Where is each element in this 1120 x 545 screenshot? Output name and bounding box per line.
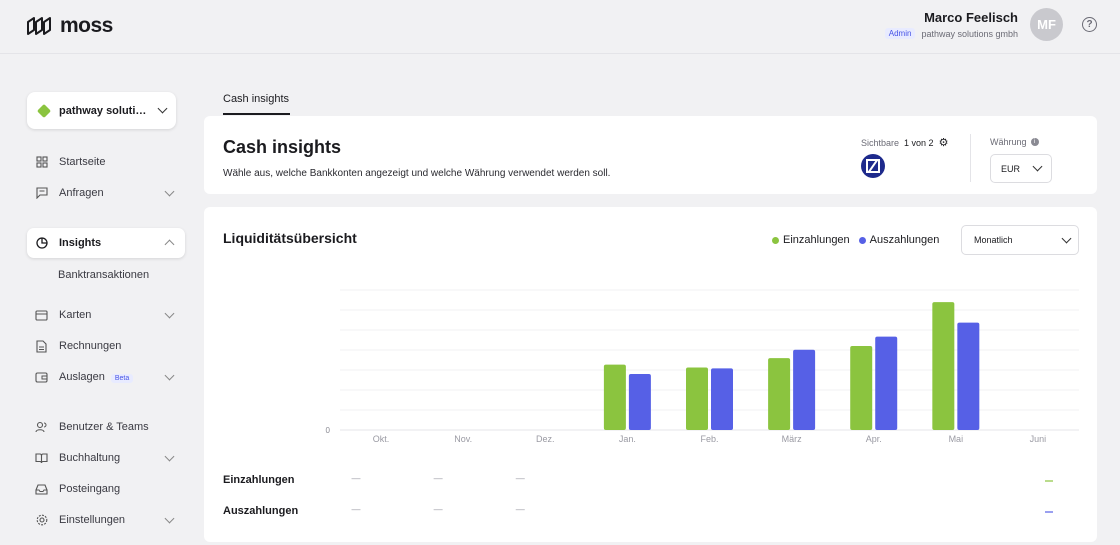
- bar-auszahlungen[interactable]: [628, 374, 651, 430]
- table-cell: —: [516, 473, 525, 483]
- document-icon: [35, 339, 48, 353]
- book-icon: [35, 452, 48, 465]
- bar-einzahlungen[interactable]: [603, 364, 626, 430]
- x-tick-label: Nov.: [454, 434, 472, 444]
- sidebar-item-label: Insights: [59, 237, 102, 249]
- tab-cash-insights[interactable]: Cash insights: [223, 93, 289, 105]
- gear-icon[interactable]: ⚙: [939, 136, 949, 149]
- table-cell: —: [516, 504, 525, 514]
- bar-auszahlungen[interactable]: [711, 368, 733, 430]
- chevron-down-icon: [164, 186, 175, 196]
- chevron-down-icon: [1032, 161, 1043, 172]
- row-label-auszahlungen: Auszahlungen: [223, 505, 299, 517]
- sidebar: pathway soluti… Startseite Anfragen Insi…: [0, 55, 196, 545]
- bar-auszahlungen[interactable]: [957, 322, 980, 430]
- grid-icon: [35, 156, 48, 169]
- x-tick-label: Dez.: [536, 434, 555, 444]
- beta-badge: Beta: [110, 374, 134, 383]
- role-badge: Admin: [884, 28, 916, 39]
- table-cell: —: [434, 504, 443, 514]
- company-name: pathway solutions gmbh: [921, 28, 1018, 39]
- sidebar-item-posteingang[interactable]: Posteingang: [27, 474, 185, 504]
- brand-name: moss: [60, 14, 113, 37]
- visible-label: Sichtbare: [861, 137, 900, 148]
- liquidity-overview-card: Liquiditätsübersicht Einzahlungen Auszah…: [204, 207, 1097, 542]
- moss-logo-icon: [27, 17, 51, 35]
- pie-chart-icon: [35, 237, 48, 250]
- sidebar-item-einstellungen[interactable]: Einstellungen: [27, 505, 185, 535]
- sidebar-item-label: Anfragen: [59, 187, 104, 199]
- table-cell: —: [434, 473, 443, 483]
- inbox-icon: [35, 483, 48, 496]
- sidebar-item-benutzer-teams[interactable]: Benutzer & Teams: [27, 412, 185, 442]
- wallet-icon: [35, 371, 48, 384]
- x-tick-label: Apr.: [866, 434, 882, 444]
- avatar[interactable]: MF: [1030, 8, 1063, 41]
- chevron-up-icon: [164, 239, 175, 250]
- chevron-down-icon: [157, 103, 168, 114]
- sidebar-item-startseite[interactable]: Startseite: [27, 147, 185, 177]
- sidebar-item-label: Posteingang: [59, 483, 121, 495]
- message-icon: [35, 187, 48, 200]
- sidebar-item-auslagen[interactable]: Auslagen Beta: [27, 362, 185, 392]
- sidebar-item-label: Auslagen: [59, 371, 105, 383]
- table-cell: —: [352, 473, 361, 483]
- sidebar-item-label: Buchhaltung: [59, 452, 121, 464]
- active-tab-indicator: [223, 113, 290, 115]
- gear-icon: [35, 514, 48, 527]
- visible-count: 1 von 2: [904, 137, 934, 148]
- sidebar-item-rechnungen[interactable]: Rechnungen: [27, 331, 185, 361]
- chevron-down-icon: [164, 451, 175, 461]
- sidebar-subitem-banktransaktionen[interactable]: Banktransaktionen: [58, 269, 149, 281]
- currency-value: EUR: [1001, 163, 1021, 174]
- x-tick-label: Juni: [1030, 434, 1047, 444]
- bar-einzahlungen[interactable]: [932, 302, 955, 430]
- currency-label: Währung i: [990, 137, 1039, 147]
- currency-select[interactable]: EUR: [990, 154, 1052, 183]
- cash-insights-card: Cash insights Wähle aus, welche Bankkont…: [204, 116, 1097, 194]
- help-icon[interactable]: ?: [1082, 17, 1097, 32]
- org-label: pathway soluti…: [59, 104, 147, 117]
- sidebar-item-label: Rechnungen: [59, 340, 122, 352]
- page-description: Wähle aus, welche Bankkonten angezeigt u…: [223, 168, 611, 179]
- x-tick-label: Feb.: [700, 434, 718, 444]
- sidebar-item-karten[interactable]: Karten: [27, 300, 185, 330]
- divider: [970, 134, 971, 182]
- table-cell: —: [352, 504, 361, 514]
- bar-einzahlungen[interactable]: [768, 358, 791, 430]
- bar-auszahlungen[interactable]: [793, 349, 816, 430]
- top-bar: moss Marco Feelisch Admin pathway soluti…: [0, 0, 1120, 54]
- sidebar-item-anfragen[interactable]: Anfragen: [27, 178, 185, 208]
- bar-einzahlungen[interactable]: [686, 367, 708, 430]
- x-tick-label: Jan.: [619, 434, 636, 444]
- bar-auszahlungen[interactable]: [875, 336, 898, 430]
- organization-selector[interactable]: pathway soluti…: [27, 92, 176, 129]
- org-icon: [36, 103, 52, 118]
- card-icon: [35, 309, 48, 322]
- sidebar-item-label: Karten: [59, 309, 92, 321]
- sidebar-item-label: Benutzer & Teams: [59, 421, 149, 433]
- chevron-down-icon: [164, 370, 175, 380]
- page-title: Cash insights: [223, 137, 342, 157]
- x-tick-label: Mai: [949, 434, 964, 444]
- liquidity-chart: 0 Okt. — — Nov. — — Dez. — — Jan. Feb. März Apr. Mai Ju…: [326, 289, 1079, 514]
- sidebar-item-buchhaltung[interactable]: Buchhaltung: [27, 443, 185, 473]
- x-tick-label: Okt.: [373, 434, 390, 444]
- sidebar-item-label: Startseite: [59, 156, 106, 168]
- sidebar-item-label: Einstellungen: [59, 514, 126, 526]
- bank-logo-icon: [861, 154, 885, 178]
- chevron-down-icon: [164, 513, 175, 523]
- visible-accounts[interactable]: Sichtbare 1 von 2 ⚙: [861, 136, 948, 149]
- moss-logo[interactable]: moss: [26, 14, 113, 38]
- sidebar-item-insights[interactable]: Insights: [27, 228, 185, 258]
- chevron-down-icon: [164, 308, 175, 318]
- y-tick-label: 0: [326, 426, 331, 435]
- user-info[interactable]: Marco Feelisch Admin pathway solutions g…: [884, 10, 1018, 39]
- users-icon: [35, 421, 48, 434]
- bar-einzahlungen[interactable]: [850, 346, 873, 430]
- info-icon[interactable]: i: [1030, 138, 1039, 146]
- x-tick-label: März: [782, 434, 802, 444]
- row-label-einzahlungen: Einzahlungen: [223, 474, 295, 486]
- user-name: Marco Feelisch: [924, 10, 1018, 25]
